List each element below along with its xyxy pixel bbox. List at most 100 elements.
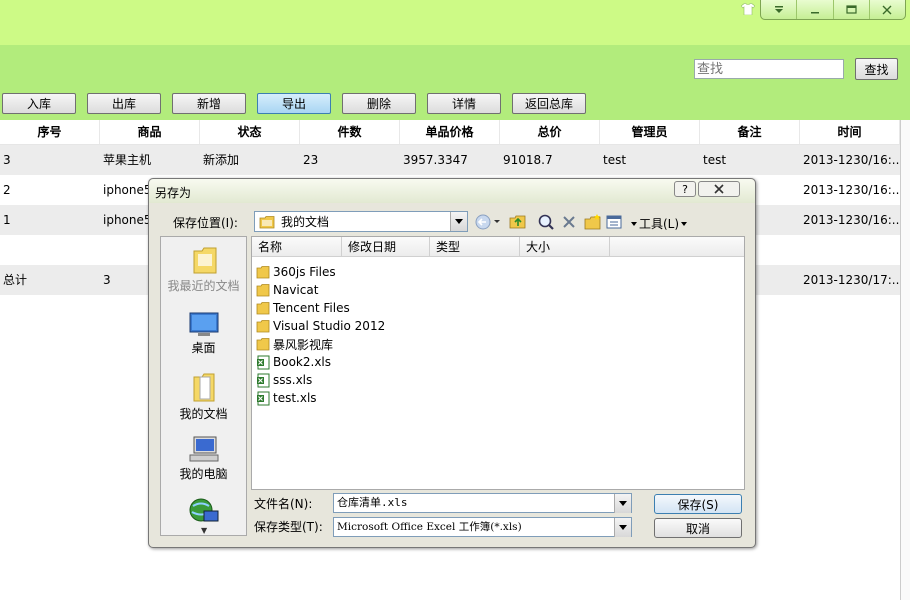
list-item[interactable]: Tencent Files bbox=[256, 299, 350, 317]
my-documents-icon bbox=[193, 373, 214, 402]
column-header[interactable]: 管理员 bbox=[600, 120, 700, 144]
table-row[interactable]: 3 苹果主机 新添加 23 3957.3347 91018.7 test tes… bbox=[0, 145, 900, 175]
column-header[interactable]: 总价 bbox=[500, 120, 600, 144]
column-header[interactable]: 商品 bbox=[100, 120, 200, 144]
cancel-button[interactable]: 取消 bbox=[654, 518, 742, 538]
recent-documents-icon bbox=[193, 247, 216, 274]
column-header[interactable]: 备注 bbox=[700, 120, 800, 144]
file-name: Tencent Files bbox=[273, 301, 350, 315]
file-name: test.xls bbox=[273, 391, 317, 405]
excel-file-icon bbox=[257, 355, 270, 369]
search-button[interactable]: 查找 bbox=[855, 58, 898, 80]
file-list-header: 名称 修改日期 类型 大小 bbox=[252, 237, 744, 257]
place-network[interactable] bbox=[161, 497, 246, 527]
delete-icon[interactable] bbox=[560, 213, 578, 231]
scroll-down-icon[interactable]: ▼ bbox=[201, 526, 207, 535]
column-size[interactable]: 大小 bbox=[520, 237, 610, 257]
folder-icon bbox=[256, 302, 270, 315]
column-header[interactable]: 件数 bbox=[300, 120, 400, 144]
place-desktop[interactable]: 桌面 bbox=[161, 311, 246, 356]
chevron-down-icon[interactable] bbox=[614, 494, 631, 513]
new-folder-icon[interactable] bbox=[583, 213, 603, 231]
network-globe-icon bbox=[189, 498, 218, 522]
filename-label: 文件名(N): bbox=[254, 497, 313, 511]
column-header[interactable]: 序号 bbox=[0, 120, 100, 144]
stock-out-button[interactable]: 出库 bbox=[87, 93, 161, 114]
list-item[interactable]: Navicat bbox=[256, 281, 318, 299]
save-button[interactable]: 保存(S) bbox=[654, 494, 742, 514]
column-header[interactable]: 状态 bbox=[200, 120, 300, 144]
list-item[interactable]: sss.xls bbox=[256, 371, 312, 389]
table-cell: 91018.7 bbox=[503, 153, 553, 167]
maximize-icon[interactable] bbox=[834, 0, 870, 19]
table-cell: 2013-1230/16:... bbox=[803, 213, 900, 227]
place-label: 我的文档 bbox=[179, 407, 228, 421]
filetype-select[interactable]: Microsoft Office Excel 工作簿(*.xls) bbox=[333, 517, 632, 537]
list-item[interactable]: 暴风影视库 bbox=[256, 335, 333, 353]
column-header[interactable]: 单品价格 bbox=[400, 120, 500, 144]
total-time: 2013-1230/17:... bbox=[803, 273, 900, 287]
search-input[interactable] bbox=[694, 59, 844, 79]
add-button[interactable]: 新增 bbox=[172, 93, 246, 114]
minimize-icon[interactable] bbox=[797, 0, 834, 19]
column-type[interactable]: 类型 bbox=[430, 237, 520, 257]
table-cell: 3957.3347 bbox=[403, 153, 468, 167]
excel-file-icon bbox=[257, 391, 270, 405]
place-label: 桌面 bbox=[191, 341, 216, 355]
table-cell: 苹果主机 bbox=[103, 153, 152, 167]
excel-file-icon bbox=[257, 373, 270, 387]
close-dialog-button[interactable] bbox=[698, 181, 740, 197]
list-item[interactable]: test.xls bbox=[256, 389, 317, 407]
list-item[interactable]: 360js Files bbox=[256, 263, 336, 281]
back-to-main-button[interactable]: 返回总库 bbox=[512, 93, 586, 114]
stock-in-button[interactable]: 入库 bbox=[2, 93, 76, 114]
filename-input[interactable]: 仓库清单.xls bbox=[333, 493, 632, 513]
chevron-down-icon[interactable] bbox=[450, 212, 467, 231]
back-icon[interactable] bbox=[475, 213, 501, 231]
list-item[interactable]: Book2.xls bbox=[256, 353, 331, 371]
my-computer-icon bbox=[189, 436, 218, 462]
place-recent-documents[interactable]: 我最近的文档 bbox=[161, 245, 246, 294]
menu-dropdown-icon[interactable] bbox=[761, 0, 798, 19]
details-button[interactable]: 详情 bbox=[427, 93, 501, 114]
dialog-titlebar[interactable]: 另存为 ? bbox=[149, 179, 755, 203]
file-name: sss.xls bbox=[273, 373, 313, 387]
table-cell: 2013-1230/16:... bbox=[803, 153, 900, 167]
file-name: Navicat bbox=[273, 283, 319, 297]
close-icon[interactable] bbox=[870, 0, 905, 19]
file-list: 名称 修改日期 类型 大小 360js Files Navicat Tencen… bbox=[251, 236, 745, 490]
list-item[interactable]: Visual Studio 2012 bbox=[256, 317, 385, 335]
chevron-down-icon[interactable] bbox=[614, 518, 631, 537]
vertical-scrollbar[interactable] bbox=[900, 120, 910, 600]
column-header[interactable]: 时间 bbox=[800, 120, 900, 144]
folder-icon bbox=[259, 215, 275, 228]
table-cell: 新添加 bbox=[203, 153, 240, 167]
file-name: 360js Files bbox=[273, 265, 336, 279]
table-cell: 3 bbox=[3, 153, 11, 167]
search-web-icon[interactable] bbox=[536, 213, 556, 231]
table-cell: 23 bbox=[303, 153, 319, 167]
save-location-select[interactable]: 我的文档 bbox=[254, 211, 468, 232]
skin-icon[interactable] bbox=[741, 3, 755, 15]
up-folder-icon[interactable] bbox=[508, 213, 528, 231]
place-my-computer[interactable]: 我的电脑 bbox=[161, 435, 246, 482]
table-cell: 1 bbox=[3, 213, 11, 227]
folder-icon bbox=[256, 266, 270, 279]
delete-button[interactable]: 删除 bbox=[342, 93, 416, 114]
table-header: 序号 商品 状态 件数 单品价格 总价 管理员 备注 时间 bbox=[0, 120, 900, 145]
table-cell: test bbox=[603, 153, 627, 167]
close-icon bbox=[714, 184, 724, 194]
export-button[interactable]: 导出 bbox=[257, 93, 331, 114]
folder-icon bbox=[256, 284, 270, 297]
folder-icon bbox=[256, 338, 270, 351]
view-menu-icon[interactable] bbox=[606, 213, 628, 231]
tools-menu[interactable]: 工具(L) bbox=[631, 215, 688, 232]
save-as-dialog: 另存为 ? 保存位置(I): 我的文档 工具(L) 我最近的文档 桌面 我的文档… bbox=[148, 178, 756, 548]
column-modified[interactable]: 修改日期 bbox=[342, 237, 430, 257]
filetype-value: Microsoft Office Excel 工作簿(*.xls) bbox=[337, 521, 522, 533]
save-in-label: 保存位置(I): bbox=[173, 216, 238, 230]
places-bar: 我最近的文档 桌面 我的文档 我的电脑 ▼ bbox=[160, 236, 247, 536]
help-button[interactable]: ? bbox=[674, 181, 696, 197]
column-name[interactable]: 名称 bbox=[252, 237, 342, 257]
place-my-documents[interactable]: 我的文档 bbox=[161, 371, 246, 422]
